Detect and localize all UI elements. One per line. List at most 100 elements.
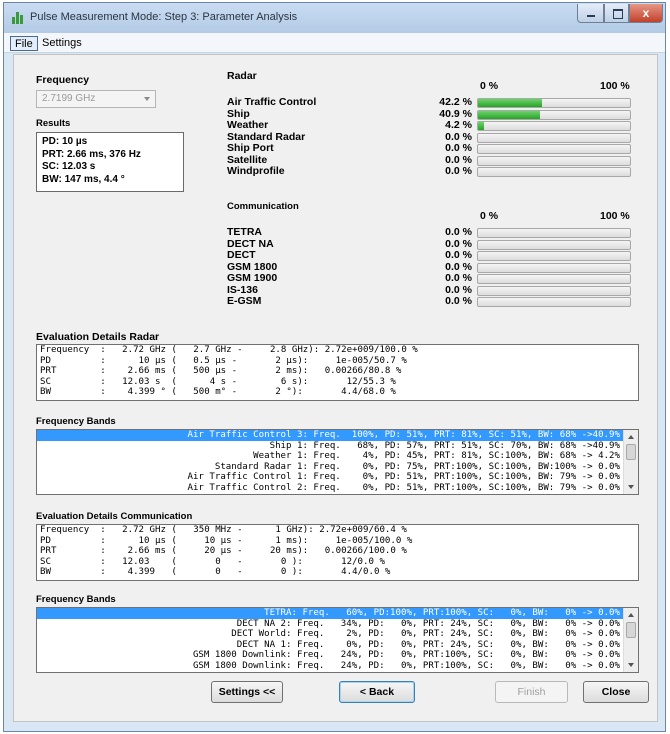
eval-comm-label: Evaluation Details Communication bbox=[36, 511, 193, 522]
radar-category-percent: 0.0 % bbox=[445, 153, 472, 166]
bands-comm-scrollbar[interactable] bbox=[623, 608, 638, 672]
radar-progress-fill bbox=[478, 122, 485, 130]
radar-progress-fill bbox=[478, 110, 541, 119]
eval-radar-line: PRT : 2.66 ms ( 500 µs - 2 ms): 0.00266/… bbox=[40, 366, 402, 376]
list-item[interactable]: DECT NA 1: Freq. 0%, PD: 0%, PRT: 24%, S… bbox=[37, 640, 638, 651]
radar-category-percent: 0.0 % bbox=[445, 130, 472, 143]
radar-category-percent: 4.2 % bbox=[445, 119, 472, 131]
list-item[interactable]: Air Traffic Control 3: Freq. 100%, PD: 5… bbox=[37, 430, 638, 441]
communication-progress-bar bbox=[477, 228, 631, 238]
chevron-down-icon[interactable] bbox=[144, 97, 150, 101]
list-item[interactable]: DECT NA 2: Freq. 34%, PD: 0%, PRT: 24%, … bbox=[37, 619, 638, 630]
list-item[interactable]: Air Traffic Control 2: Freq. 0%, PD: 51%… bbox=[37, 483, 638, 494]
app-icon bbox=[12, 12, 24, 24]
communication-category-name: TETRA bbox=[227, 226, 262, 238]
maximize-button[interactable] bbox=[604, 4, 629, 23]
communication-progress-bar bbox=[477, 262, 631, 273]
eval-comm-textbox[interactable]: Frequency : 2.72 GHz ( 350 MHz - 1 GHz):… bbox=[36, 524, 639, 581]
back-button[interactable]: < Back bbox=[339, 681, 415, 703]
scroll-down-icon[interactable] bbox=[628, 663, 634, 667]
radar-category-name: Ship bbox=[227, 107, 250, 120]
bands-radar-list[interactable]: Air Traffic Control 3: Freq. 100%, PD: 5… bbox=[36, 429, 639, 495]
list-item[interactable]: GSM 1800 Downlink: Freq. 24%, PD: 0%, PR… bbox=[37, 650, 638, 661]
communication-category-percent: 0.0 % bbox=[445, 226, 472, 238]
radar-scale-min: 0 % bbox=[480, 80, 499, 92]
dialog-window: Pulse Measurement Mode: Step 3: Paramete… bbox=[3, 2, 666, 732]
bands-comm-label: Frequency Bands bbox=[36, 594, 116, 605]
radar-label: Radar bbox=[227, 70, 257, 82]
result-line: PRT: 2.66 ms, 376 Hz bbox=[42, 148, 141, 160]
bands-comm-list[interactable]: TETRA: Freq. 60%, PD:100%, PRT:100%, SC:… bbox=[36, 607, 639, 673]
radar-progress-bar bbox=[477, 167, 631, 177]
communication-progress-bar bbox=[477, 251, 631, 261]
communication-category-percent: 0.0 % bbox=[445, 283, 472, 296]
title-bar[interactable]: Pulse Measurement Mode: Step 3: Paramete… bbox=[4, 3, 665, 33]
eval-radar-line: BW : 4.399 ° ( 500 m° - 2 °): 4.4/68.0 % bbox=[40, 387, 396, 397]
communication-category-name: GSM 1900 bbox=[227, 272, 278, 284]
result-line: PD: 10 µs bbox=[42, 136, 88, 147]
communication-progress-bar bbox=[477, 285, 631, 296]
scroll-up-icon[interactable] bbox=[628, 613, 634, 617]
communication-category-name: DECT NA bbox=[227, 237, 274, 250]
radar-progress-bar bbox=[477, 121, 631, 131]
radar-category-name: Windprofile bbox=[227, 165, 285, 177]
eval-radar-textbox[interactable]: Frequency : 2.72 GHz ( 2.7 GHz - 2.8 GHz… bbox=[36, 344, 639, 401]
frequency-value: 2.7199 GHz bbox=[42, 93, 96, 104]
list-item[interactable]: Standard Radar 1: Freq. 0%, PD: 75%, PRT… bbox=[37, 462, 638, 473]
radar-progress-bar bbox=[477, 109, 631, 120]
radar-category-percent: 42.2 % bbox=[439, 96, 472, 108]
radar-progress-bar bbox=[477, 98, 631, 108]
communication-category-percent: 0.0 % bbox=[445, 237, 472, 250]
radar-category-percent: 40.9 % bbox=[439, 107, 472, 120]
eval-comm-line: PD : 10 µs ( 10 µs - 1 ms): 1e-005/100.0… bbox=[40, 535, 413, 546]
scroll-up-icon[interactable] bbox=[628, 435, 634, 439]
radar-progress-bar bbox=[477, 155, 631, 166]
radar-progress-bar bbox=[477, 132, 631, 143]
dialog-content: Frequency 2.7199 GHz Results PD: 10 µs P… bbox=[13, 54, 658, 722]
scroll-down-icon[interactable] bbox=[628, 485, 634, 489]
eval-radar-line: PD : 10 µs ( 0.5 µs - 2 µs): 1e-005/50.7… bbox=[40, 355, 407, 366]
communication-category-name: DECT bbox=[227, 249, 256, 261]
radar-progress-bar bbox=[477, 144, 631, 154]
bands-radar-scrollbar[interactable] bbox=[623, 430, 638, 494]
eval-radar-label: Evaluation Details Radar bbox=[36, 331, 160, 343]
window-title: Pulse Measurement Mode: Step 3: Paramete… bbox=[30, 11, 298, 23]
scroll-thumb[interactable] bbox=[626, 622, 636, 638]
radar-category-name: Standard Radar bbox=[227, 130, 306, 143]
communication-progress-bar bbox=[477, 239, 631, 250]
radar-category-name: Weather bbox=[227, 119, 269, 131]
results-box: PD: 10 µs PRT: 2.66 ms, 376 Hz SC: 12.03… bbox=[36, 132, 184, 192]
list-item[interactable]: TETRA: Freq. 60%, PD:100%, PRT:100%, SC:… bbox=[37, 608, 638, 619]
result-line: SC: 12.03 s bbox=[42, 161, 96, 172]
bands-radar-label: Frequency Bands bbox=[36, 416, 116, 427]
results-label: Results bbox=[36, 118, 71, 129]
communication-scale-max: 100 % bbox=[600, 210, 630, 222]
scroll-thumb[interactable] bbox=[626, 444, 636, 460]
list-item[interactable]: DECT World: Freq. 2%, PD: 0%, PRT: 24%, … bbox=[37, 629, 638, 640]
communication-scale-min: 0 % bbox=[480, 210, 499, 222]
radar-scale-max: 100 % bbox=[600, 80, 630, 92]
settings-toggle-button[interactable]: Settings << bbox=[211, 681, 283, 703]
eval-radar-line: Frequency : 2.72 GHz ( 2.7 GHz - 2.8 GHz… bbox=[40, 345, 418, 355]
list-item[interactable]: GSM 1800 Downlink: Freq. 24%, PD: 0%, PR… bbox=[37, 661, 638, 672]
menu-file[interactable]: File bbox=[10, 36, 38, 51]
result-line: BW: 147 ms, 4.4 ° bbox=[42, 173, 125, 185]
frequency-label: Frequency bbox=[36, 74, 90, 86]
eval-radar-line: SC : 12.03 s ( 4 s - 6 s): 12/55.3 % bbox=[40, 376, 396, 387]
close-button[interactable]: Close bbox=[583, 681, 649, 703]
menu-bar: File Settings bbox=[4, 33, 665, 53]
communication-category-percent: 0.0 % bbox=[445, 272, 472, 284]
finish-button[interactable]: Finish bbox=[495, 681, 568, 703]
communication-category-percent: 0.0 % bbox=[445, 249, 472, 261]
radar-progress-fill bbox=[478, 99, 543, 107]
eval-comm-line: Frequency : 2.72 GHz ( 350 MHz - 1 GHz):… bbox=[40, 525, 407, 535]
minimize-button[interactable] bbox=[577, 4, 604, 23]
list-item[interactable]: Air Traffic Control 1: Freq. 0%, PD: 51%… bbox=[37, 472, 638, 483]
communication-label: Communication bbox=[227, 201, 299, 212]
radar-category-percent: 0.0 % bbox=[445, 142, 472, 154]
menu-settings[interactable]: Settings bbox=[38, 36, 86, 51]
frequency-select[interactable]: 2.7199 GHz bbox=[36, 90, 156, 108]
close-window-button[interactable]: x bbox=[629, 4, 663, 23]
list-item[interactable]: Weather 1: Freq. 4%, PD: 45%, PRT: 81%, … bbox=[37, 451, 638, 462]
list-item[interactable]: Ship 1: Freq. 68%, PD: 57%, PRT: 51%, SC… bbox=[37, 441, 638, 452]
